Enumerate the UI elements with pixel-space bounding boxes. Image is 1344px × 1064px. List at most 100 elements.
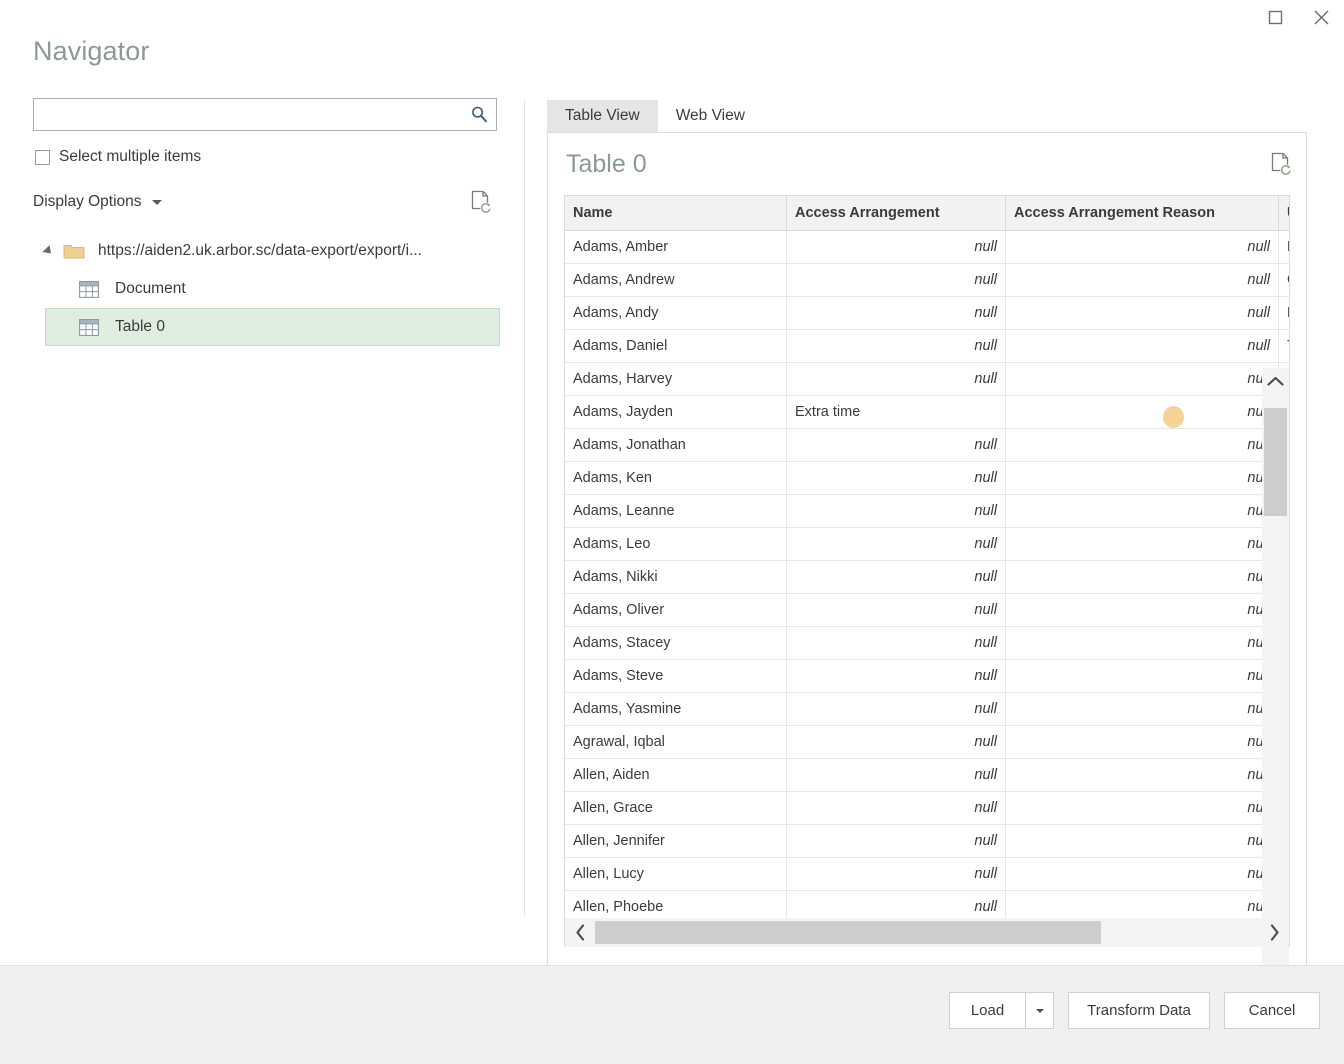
table-row[interactable]: Adams, JonathannullnullP207	[565, 429, 1290, 462]
cell-name[interactable]: Adams, Leo	[565, 528, 787, 561]
table-row[interactable]: Adams, HarveynullnullD207	[565, 363, 1290, 396]
tab-table-view[interactable]: Table View	[547, 100, 658, 132]
select-multiple-checkbox[interactable]	[35, 150, 50, 165]
cell-access-arrangement-reason[interactable]: null	[1006, 231, 1279, 264]
cell-name[interactable]: Adams, Jonathan	[565, 429, 787, 462]
tree-item-table-0[interactable]: Table 0	[45, 308, 500, 346]
cell-name[interactable]: Adams, Ken	[565, 462, 787, 495]
cell-name[interactable]: Adams, Jayden	[565, 396, 787, 429]
search-input[interactable]	[34, 99, 462, 130]
cell-access-arrangement-reason[interactable]: null	[1006, 792, 1279, 825]
cell-access-arrangement-reason[interactable]: null	[1006, 759, 1279, 792]
cell-upn[interactable]: D207	[1279, 231, 1291, 264]
table-row[interactable]: Adams, LeonullnullA207	[565, 528, 1290, 561]
cell-access-arrangement[interactable]: null	[787, 264, 1006, 297]
cell-access-arrangement[interactable]: null	[787, 594, 1006, 627]
cell-access-arrangement[interactable]: null	[787, 297, 1006, 330]
cell-access-arrangement[interactable]: null	[787, 693, 1006, 726]
refresh-document-icon[interactable]	[468, 188, 494, 216]
table-row[interactable]: Allen, LucynullnullY2070	[565, 858, 1290, 891]
cell-access-arrangement-reason[interactable]: null	[1006, 561, 1279, 594]
table-row[interactable]: Adams, AndynullnullB207	[565, 297, 1290, 330]
table-row[interactable]: Allen, AidennullnullV207	[565, 759, 1290, 792]
cell-access-arrangement[interactable]: null	[787, 858, 1006, 891]
transform-data-button[interactable]: Transform Data	[1068, 992, 1210, 1029]
cell-upn[interactable]: T207	[1279, 330, 1291, 363]
column-header-upn[interactable]: UPN	[1279, 196, 1291, 231]
cell-access-arrangement[interactable]: null	[787, 561, 1006, 594]
table-row[interactable]: Adams, KennullnullP207	[565, 462, 1290, 495]
cell-access-arrangement[interactable]: null	[787, 231, 1006, 264]
table-row[interactable]: Adams, StaceynullnullM207	[565, 627, 1290, 660]
horizontal-scroll-track[interactable]	[595, 918, 1259, 947]
table-row[interactable]: Allen, JennifernullnullR207	[565, 825, 1290, 858]
cell-name[interactable]: Adams, Leanne	[565, 495, 787, 528]
cell-access-arrangement[interactable]: null	[787, 627, 1006, 660]
table-row[interactable]: Allen, GracenullnullJ2070	[565, 792, 1290, 825]
cell-access-arrangement-reason[interactable]: null	[1006, 627, 1279, 660]
cell-access-arrangement-reason[interactable]: null	[1006, 528, 1279, 561]
cell-access-arrangement[interactable]: null	[787, 363, 1006, 396]
scroll-up-button[interactable]	[1262, 368, 1289, 394]
cell-access-arrangement[interactable]: null	[787, 429, 1006, 462]
search-box[interactable]	[33, 98, 497, 131]
vertical-scroll-thumb[interactable]	[1264, 408, 1287, 516]
tree-item-source-url[interactable]: https://aiden2.uk.arbor.sc/data-export/e…	[33, 232, 500, 270]
load-button[interactable]: Load	[949, 992, 1025, 1029]
horizontal-scroll-thumb[interactable]	[595, 921, 1101, 944]
cell-access-arrangement[interactable]: null	[787, 726, 1006, 759]
table-row[interactable]: Adams, StevenullnullH207	[565, 660, 1290, 693]
column-header-access-arrangement-reason[interactable]: Access Arrangement Reason	[1006, 196, 1279, 231]
cell-name[interactable]: Adams, Harvey	[565, 363, 787, 396]
cell-name[interactable]: Adams, Andy	[565, 297, 787, 330]
search-icon[interactable]	[462, 99, 496, 130]
cell-name[interactable]: Adams, Oliver	[565, 594, 787, 627]
table-row[interactable]: Adams, DanielnullnullT207	[565, 330, 1290, 363]
column-header-name[interactable]: Name	[565, 196, 787, 231]
table-row[interactable]: Adams, AmbernullnullD207	[565, 231, 1290, 264]
cell-access-arrangement[interactable]: null	[787, 330, 1006, 363]
cell-access-arrangement-reason[interactable]: null	[1006, 594, 1279, 627]
cell-access-arrangement-reason[interactable]: null	[1006, 264, 1279, 297]
cell-access-arrangement[interactable]: null	[787, 759, 1006, 792]
table-row[interactable]: Adams, YasminenullnullH207	[565, 693, 1290, 726]
cell-access-arrangement[interactable]: null	[787, 825, 1006, 858]
chevron-down-icon[interactable]	[152, 200, 162, 205]
cell-name[interactable]: Adams, Yasmine	[565, 693, 787, 726]
table-row[interactable]: Adams, OlivernullnullU207	[565, 594, 1290, 627]
cell-name[interactable]: Adams, Amber	[565, 231, 787, 264]
cell-name[interactable]: Adams, Daniel	[565, 330, 787, 363]
cell-access-arrangement[interactable]: null	[787, 660, 1006, 693]
horizontal-scrollbar[interactable]	[565, 918, 1289, 947]
expander-triangle-icon[interactable]	[42, 245, 54, 257]
cell-name[interactable]: Adams, Nikki	[565, 561, 787, 594]
cell-access-arrangement-reason[interactable]: null	[1006, 330, 1279, 363]
cell-access-arrangement-reason[interactable]: null	[1006, 429, 1279, 462]
cell-access-arrangement[interactable]: null	[787, 495, 1006, 528]
cell-name[interactable]: Agrawal, Iqbal	[565, 726, 787, 759]
tree-item-document[interactable]: Document	[33, 270, 500, 308]
cell-access-arrangement-reason[interactable]: null	[1006, 363, 1279, 396]
cell-name[interactable]: Allen, Jennifer	[565, 825, 787, 858]
cell-upn[interactable]: G207	[1279, 264, 1291, 297]
select-multiple-row[interactable]: Select multiple items	[35, 148, 201, 166]
cell-name[interactable]: Allen, Grace	[565, 792, 787, 825]
display-options-label[interactable]: Display Options	[33, 193, 142, 211]
close-button[interactable]	[1298, 0, 1344, 34]
cell-name[interactable]: Allen, Lucy	[565, 858, 787, 891]
cell-upn[interactable]: B207	[1279, 297, 1291, 330]
cell-name[interactable]: Adams, Steve	[565, 660, 787, 693]
data-grid-viewport[interactable]: Name Access Arrangement Access Arrangeme…	[564, 195, 1290, 947]
cell-access-arrangement-reason[interactable]: null	[1006, 297, 1279, 330]
refresh-document-icon[interactable]	[1268, 150, 1294, 178]
table-row[interactable]: Adams, LeannenullnullU207	[565, 495, 1290, 528]
cell-access-arrangement[interactable]: null	[787, 462, 1006, 495]
cell-access-arrangement-reason[interactable]: null	[1006, 462, 1279, 495]
cell-access-arrangement-reason[interactable]: null	[1006, 858, 1279, 891]
cell-access-arrangement-reason[interactable]: null	[1006, 726, 1279, 759]
cell-access-arrangement-reason[interactable]: null	[1006, 396, 1279, 429]
cell-access-arrangement[interactable]: Extra time	[787, 396, 1006, 429]
load-dropdown-button[interactable]	[1025, 992, 1054, 1029]
table-row[interactable]: Adams, JaydenExtra timenullT207	[565, 396, 1290, 429]
restore-button[interactable]	[1252, 0, 1298, 34]
